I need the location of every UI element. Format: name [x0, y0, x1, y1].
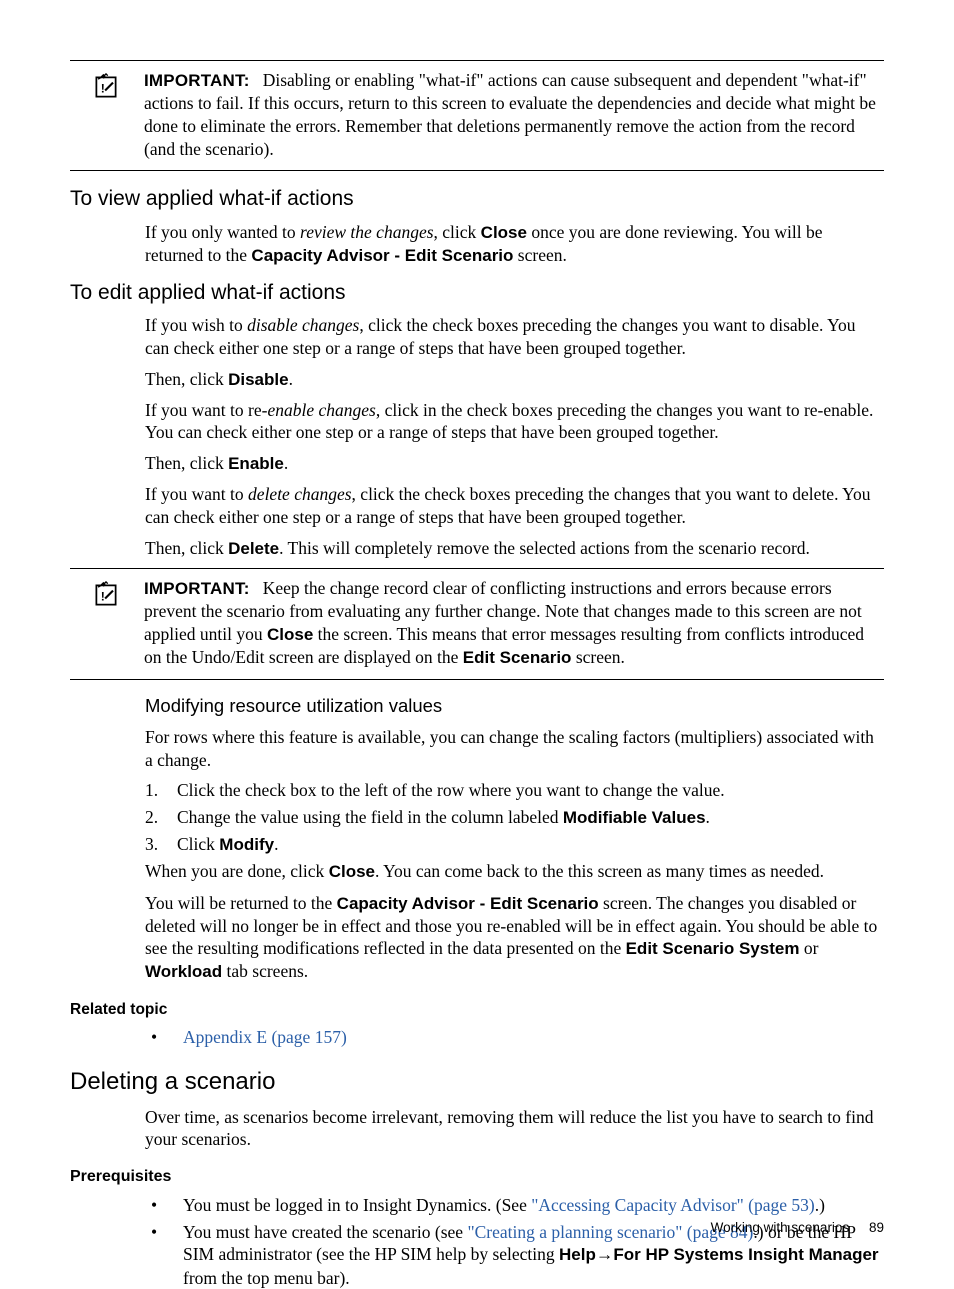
enable-phrase: enable changes [267, 400, 375, 420]
modify-label: Modify [219, 835, 274, 854]
edit-p3: If you want to delete changes, click the… [145, 483, 884, 529]
note-icon-col: ! [70, 577, 144, 615]
text: Change the value using the field in the … [177, 807, 563, 827]
important-label: IMPORTANT: [144, 71, 250, 90]
text: . [284, 453, 288, 473]
step-text: Change the value using the field in the … [177, 806, 710, 829]
edit-p2: If you want to re-enable changes, click … [145, 399, 884, 445]
text: If you want to [145, 484, 248, 504]
step-number: 3. [145, 833, 177, 856]
edit-p1: If you wish to disable changes, click th… [145, 314, 884, 360]
text: Then, click [145, 453, 228, 473]
text: screen. [571, 647, 624, 667]
text: You must have created the scenario (see [183, 1222, 467, 1242]
important-note-icon: ! [92, 593, 120, 613]
text: tab screens. [222, 961, 308, 981]
edit-then-disable: Then, click Disable. [145, 368, 884, 391]
subsection-modify-title: Modifying resource utilization values [145, 694, 884, 718]
appendix-link[interactable]: Appendix E (page 157) [183, 1026, 347, 1049]
section-edit-title: To edit applied what-if actions [70, 279, 884, 306]
related-list: •Appendix E (page 157) [145, 1026, 884, 1049]
important-label: IMPORTANT: [144, 579, 250, 598]
workload-label: Workload [145, 962, 222, 981]
disable-phrase: disable changes [247, 315, 359, 335]
important-body: Disabling or enabling "what-if" actions … [144, 70, 876, 159]
note-text: IMPORTANT: Keep the change record clear … [144, 577, 884, 669]
bullet-icon: • [145, 1221, 183, 1289]
list-item: 1.Click the check box to the left of the… [145, 779, 884, 802]
modify-intro: For rows where this feature is available… [145, 726, 884, 772]
view-paragraph: If you only wanted to review the changes… [145, 221, 884, 267]
page-number: 89 [869, 1220, 884, 1235]
hp-sim-label: For HP Systems Insight Manager [613, 1245, 878, 1264]
important-note-2: ! IMPORTANT: Keep the change record clea… [70, 568, 884, 680]
step-text: Click the check box to the left of the r… [177, 779, 725, 802]
close-label: Close [329, 862, 375, 881]
text: Then, click [145, 538, 228, 558]
text: . [289, 369, 293, 389]
edit-scenario-label: Edit Scenario [463, 648, 572, 667]
delete-intro: Over time, as scenarios become irrelevan… [145, 1106, 884, 1152]
text: or [799, 938, 818, 958]
modify-steps: 1.Click the check box to the left of the… [145, 779, 884, 856]
enable-label: Enable [228, 454, 284, 473]
list-item: •Appendix E (page 157) [145, 1026, 884, 1049]
delete-label: Delete [228, 539, 279, 558]
text: screen. [513, 245, 566, 265]
text: If you want to re- [145, 400, 267, 420]
note-text: IMPORTANT: Disabling or enabling "what-i… [144, 69, 884, 160]
footer-text: Working with scenarios [711, 1220, 850, 1235]
modifiable-values-label: Modifiable Values [563, 808, 706, 827]
prerequisites-heading: Prerequisites [70, 1167, 884, 1188]
text: . You can come back to the this screen a… [375, 861, 824, 881]
text: , click [434, 222, 481, 242]
text: You must be logged in to Insight Dynamic… [183, 1195, 531, 1215]
list-item: 3.Click Modify. [145, 833, 884, 856]
svg-text:!: ! [101, 589, 105, 603]
screen-name: Capacity Advisor - Edit Scenario [251, 246, 513, 265]
important-note-icon: ! [92, 85, 120, 105]
close-label: Close [481, 223, 527, 242]
important-note-1: ! IMPORTANT: Disabling or enabling "what… [70, 60, 884, 171]
related-topic-heading: Related topic [70, 1000, 884, 1020]
step-number: 2. [145, 806, 177, 829]
arrow-icon: → [596, 1244, 614, 1264]
edit-then-enable: Then, click Enable. [145, 452, 884, 475]
text: . This will completely remove the select… [279, 538, 810, 558]
close-label: Close [267, 625, 313, 644]
note-icon-col: ! [70, 69, 144, 107]
disable-label: Disable [228, 370, 288, 389]
text: If you wish to [145, 315, 247, 335]
capacity-advisor-label: Capacity Advisor - Edit Scenario [337, 894, 599, 913]
edit-then-delete: Then, click Delete. This will completely… [145, 537, 884, 560]
text: If you only wanted to [145, 222, 300, 242]
text: .) [815, 1195, 825, 1215]
page-footer: Working with scenarios 89 [711, 1219, 884, 1237]
text: When you are done, click [145, 861, 329, 881]
delete-phrase: delete changes [248, 484, 352, 504]
help-label: Help [559, 1245, 596, 1264]
section-deleting-title: Deleting a scenario [70, 1066, 884, 1097]
prereq-text: You must be logged in to Insight Dynamic… [183, 1194, 825, 1217]
modify-done: When you are done, click Close. You can … [145, 860, 884, 883]
accessing-link[interactable]: "Accessing Capacity Advisor" (page 53) [531, 1195, 815, 1215]
prereq-list: • You must be logged in to Insight Dynam… [145, 1194, 884, 1289]
modify-return: You will be returned to the Capacity Adv… [145, 892, 884, 984]
text: Then, click [145, 369, 228, 389]
bullet-icon: • [145, 1026, 183, 1049]
text: Click [177, 834, 219, 854]
bullet-icon: • [145, 1194, 183, 1217]
edit-scenario-system-label: Edit Scenario System [626, 939, 800, 958]
text: You will be returned to the [145, 893, 337, 913]
section-view-title: To view applied what-if actions [70, 185, 884, 212]
step-number: 1. [145, 779, 177, 802]
list-item: • You must be logged in to Insight Dynam… [145, 1194, 884, 1217]
svg-text:!: ! [101, 81, 105, 95]
review-phrase: review the changes [300, 222, 433, 242]
list-item: 2.Change the value using the field in th… [145, 806, 884, 829]
step-text: Click Modify. [177, 833, 278, 856]
